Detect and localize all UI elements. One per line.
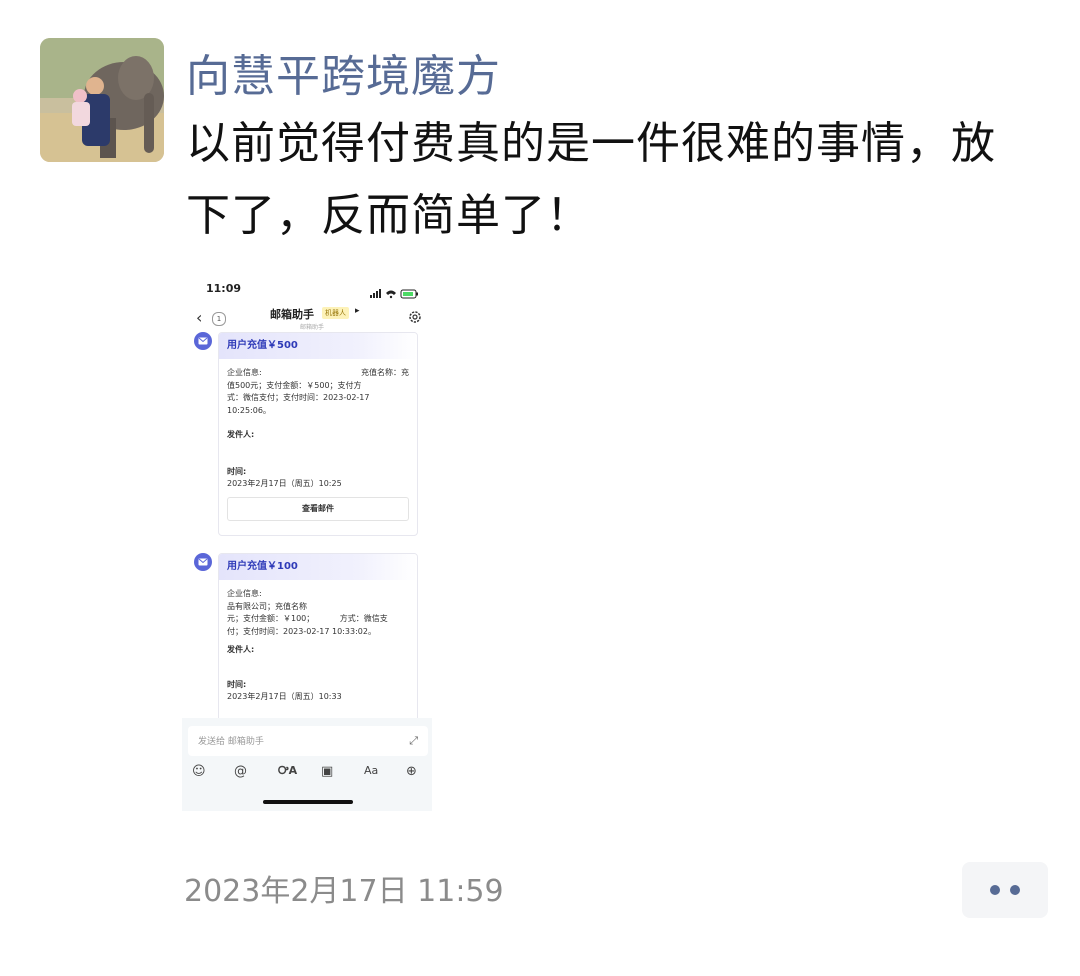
input-bar: 发送给 邮箱助手 ⤢ ☺ @ ᎤA ▣ Aa ⊕ <box>182 718 432 811</box>
input-placeholder: 发送给 邮箱助手 <box>198 737 264 747</box>
info-line: 元；支付金额：￥100； 方式：微信支 <box>227 614 388 623</box>
more-dot-icon <box>990 885 1000 895</box>
sender-label: 发件人: <box>227 645 255 654</box>
chat-title: 邮箱助手 <box>270 308 314 321</box>
plus-icon[interactable]: ⊕ <box>406 764 417 779</box>
status-time: 11:09 <box>206 282 242 295</box>
post-text: 以前觉得付费真的是一件很难的事情，放下了，反而简单了！ <box>186 118 996 241</box>
info-line: 式：微信支付；支付时间：2023-02-17 <box>227 393 370 402</box>
status-icons <box>370 284 420 303</box>
time-label: 时间: <box>227 466 247 476</box>
time-label: 时间: <box>227 679 247 689</box>
avatar-image <box>40 38 164 162</box>
back-count-badge: 1 <box>212 312 226 326</box>
recharge-card-2[interactable]: 用户充值￥100 企业信息: 品有限公司；充值名称 元；支付金额：￥100； 方… <box>218 553 418 735</box>
robot-tag: 机器人 <box>322 307 349 319</box>
post-image[interactable]: 11:09 ‹ 1 邮箱助手 机器人 ▸ 邮箱助手 用户充值￥500 企业信息:… <box>182 266 432 811</box>
info-line: 10:25:06。 <box>227 405 271 415</box>
back-icon[interactable]: ‹ <box>196 308 202 327</box>
format-icon[interactable]: ᎤA <box>278 764 297 778</box>
time-value: 2023年2月17日（周五）10:25 <box>227 479 342 488</box>
author-avatar[interactable] <box>40 38 164 162</box>
more-actions-button[interactable] <box>962 862 1048 918</box>
mail-icon <box>194 332 212 350</box>
chat-subtitle: 邮箱助手 <box>300 324 325 331</box>
text-size-icon[interactable]: Aa <box>364 764 378 777</box>
chevron-right-icon: ▸ <box>355 306 360 316</box>
info-line: 品有限公司；充值名称 <box>227 601 307 611</box>
recharge-card-1[interactable]: 用户充值￥500 企业信息: 充值名称：充 值500元；支付金额：￥500；支付… <box>218 332 418 536</box>
more-dot-icon <box>1010 885 1020 895</box>
info-line: 付；支付时间：2023-02-17 10:33:02。 <box>227 626 376 636</box>
input-toolbar: ☺ @ ᎤA ▣ Aa ⊕ <box>182 764 432 784</box>
home-indicator <box>263 800 353 804</box>
time-value: 2023年2月17日（周五）10:33 <box>227 692 342 701</box>
view-mail-button[interactable]: 查看邮件 <box>227 496 409 521</box>
info-label: 企业信息: <box>227 368 262 377</box>
gear-icon[interactable] <box>408 309 422 328</box>
mail-icon <box>194 553 212 571</box>
mention-icon[interactable]: @ <box>234 764 247 779</box>
message-input[interactable]: 发送给 邮箱助手 ⤢ <box>188 726 428 756</box>
card-header: 用户充值￥100 <box>219 554 417 580</box>
author-name[interactable]: 向慧平跨境魔方 <box>186 40 501 104</box>
image-icon[interactable]: ▣ <box>321 764 333 779</box>
post-timestamp: 2023年2月17日 11:59 <box>184 874 504 909</box>
info-line: 值500元；支付金额：￥500；支付方 <box>227 380 362 390</box>
emoji-icon[interactable]: ☺ <box>192 764 206 779</box>
info-label: 企业信息: <box>227 589 262 598</box>
info-right: 充值名称：充 <box>361 368 409 377</box>
sender-label: 发件人: <box>227 430 255 439</box>
card-header: 用户充值￥500 <box>219 333 417 359</box>
expand-icon[interactable]: ⤢ <box>409 734 418 748</box>
